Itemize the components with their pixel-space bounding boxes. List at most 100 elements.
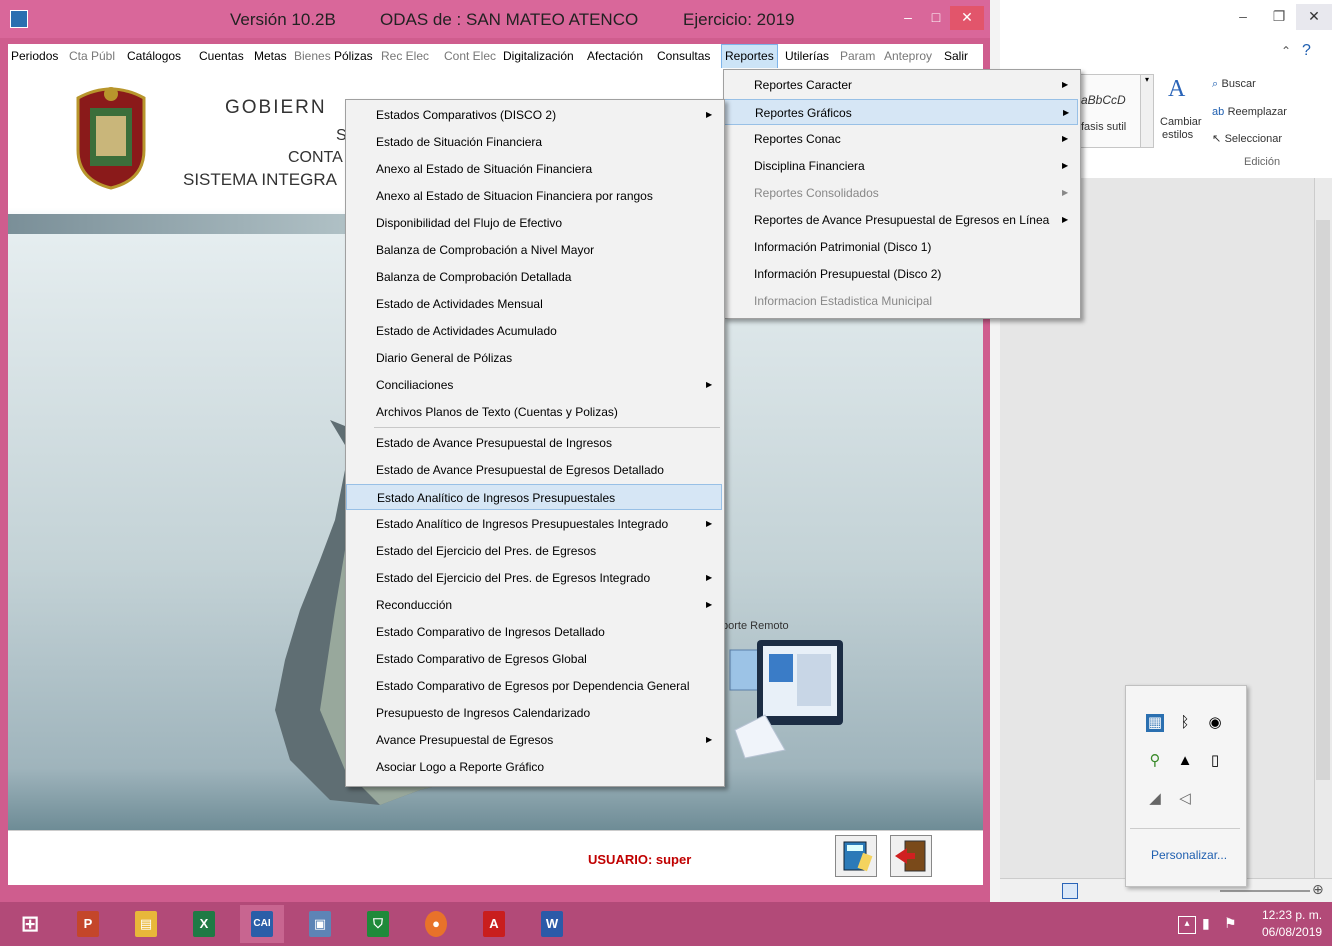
- word-minimize-button[interactable]: –: [1225, 4, 1261, 30]
- reportes-item[interactable]: Información Patrimonial (Disco 1): [724, 234, 1078, 260]
- menu-periodos[interactable]: Periodos: [8, 44, 61, 68]
- banner-line1: GOBIERN: [225, 97, 327, 118]
- remote-support-icon[interactable]: [725, 620, 845, 760]
- graficos-item[interactable]: Archivos Planos de Texto (Cuentas y Poli…: [346, 399, 722, 425]
- webcam-icon[interactable]: ◉: [1206, 714, 1224, 732]
- reportes-item[interactable]: Reportes Conac ▶: [724, 126, 1078, 152]
- network-app-icon[interactable]: ▦: [1146, 714, 1164, 732]
- usb-icon[interactable]: ⚲: [1146, 752, 1164, 770]
- clock-time[interactable]: 12:23 p. m.: [1262, 908, 1322, 922]
- taskbar-file-explorer-button[interactable]: ▤: [124, 905, 168, 943]
- reportes-item[interactable]: Reportes Caracter ▶: [724, 72, 1078, 98]
- menu-catálogos[interactable]: Catálogos: [124, 44, 184, 68]
- show-hidden-icons-button[interactable]: ▴: [1178, 916, 1196, 934]
- wifi-signal-icon[interactable]: ◢: [1146, 790, 1164, 808]
- menu-cont-elec[interactable]: Cont Elec: [441, 44, 499, 68]
- menu-param[interactable]: Param: [837, 44, 878, 68]
- personalizar-link[interactable]: Personalizar...: [1151, 848, 1227, 862]
- graficos-item[interactable]: Disponibilidad del Flujo de Efectivo: [346, 210, 722, 236]
- graficos-item[interactable]: Diario General de Pólizas: [346, 345, 722, 371]
- reportes-item[interactable]: Reportes de Avance Presupuestal de Egres…: [724, 207, 1078, 233]
- zoom-in-icon[interactable]: ⊕: [1312, 881, 1324, 898]
- word-scroll-thumb[interactable]: [1316, 220, 1330, 780]
- reportes-item[interactable]: Reportes Gráficos ▶: [724, 99, 1078, 125]
- reportes-item[interactable]: Disciplina Financiera ▶: [724, 153, 1078, 179]
- menu-reportes[interactable]: Reportes: [721, 44, 778, 70]
- buscar-button[interactable]: ⌕ Buscar: [1212, 76, 1256, 91]
- menu-afectación[interactable]: Afectación: [584, 44, 646, 68]
- taskbar-store-button[interactable]: ⛉: [356, 905, 400, 943]
- replace-icon: ab: [1212, 106, 1225, 118]
- taskbar-sige-cai-button[interactable]: CAI: [240, 905, 284, 943]
- graficos-item[interactable]: Estado de Avance Presupuestal de Egresos…: [346, 457, 722, 483]
- graficos-item[interactable]: Estado de Situación Financiera: [346, 129, 722, 155]
- calculator-button[interactable]: [835, 835, 877, 877]
- menu-rec-elec[interactable]: Rec Elec: [378, 44, 432, 68]
- style-gallery[interactable]: aBbCcD fasis sutil: [1078, 74, 1142, 148]
- taskbar-word-button[interactable]: W: [530, 905, 574, 943]
- graficos-item[interactable]: Anexo al Estado de Situacion Financiera …: [346, 183, 722, 209]
- maximize-button[interactable]: □: [922, 6, 950, 30]
- word-close-button[interactable]: ✕: [1296, 4, 1332, 30]
- menu-metas[interactable]: Metas: [251, 44, 290, 68]
- taskbar-firefox-button[interactable]: ●: [414, 905, 458, 943]
- battery-icon[interactable]: ▯: [1206, 752, 1224, 770]
- graficos-item[interactable]: Balanza de Comprobación Detallada: [346, 264, 722, 290]
- minimize-button[interactable]: –: [893, 6, 923, 30]
- graficos-item[interactable]: Reconducción ▶: [346, 592, 722, 618]
- menu-anteproy[interactable]: Anteproy: [881, 44, 935, 68]
- power-icon[interactable]: ▮: [1202, 915, 1210, 932]
- menu-cuentas[interactable]: Cuentas: [196, 44, 247, 68]
- graficos-item[interactable]: Estado del Ejercicio del Pres. de Egreso…: [346, 565, 722, 591]
- graficos-item[interactable]: Estado Analítico de Ingresos Presupuesta…: [346, 511, 722, 537]
- menu-salir[interactable]: Salir: [941, 44, 971, 68]
- menu-pólizas[interactable]: Pólizas: [331, 44, 376, 68]
- graficos-item[interactable]: Estado Analítico de Ingresos Presupuesta…: [346, 484, 722, 510]
- graficos-item[interactable]: Balanza de Comprobación a Nivel Mayor: [346, 237, 722, 263]
- collapse-ribbon-icon[interactable]: ⌃: [1281, 44, 1291, 58]
- antivirus-icon[interactable]: ▲: [1176, 752, 1194, 770]
- graficos-item[interactable]: Estado de Actividades Acumulado: [346, 318, 722, 344]
- reemplazar-button[interactable]: ab Reemplazar: [1212, 104, 1287, 118]
- clock-date[interactable]: 06/08/2019: [1262, 925, 1322, 939]
- graficos-item[interactable]: Conciliaciones ▶: [346, 372, 722, 398]
- menu-digitalización[interactable]: Digitalización: [500, 44, 577, 68]
- graficos-item[interactable]: Estado Comparativo de Egresos Global: [346, 646, 722, 672]
- taskbar-photos-button[interactable]: ▣: [298, 905, 342, 943]
- reportes-item-label: Informacion Estadistica Municipal: [754, 294, 933, 308]
- graficos-item[interactable]: Estado del Ejercicio del Pres. de Egreso…: [346, 538, 722, 564]
- graficos-item[interactable]: Estado Comparativo de Egresos por Depend…: [346, 673, 722, 699]
- close-button[interactable]: ✕: [950, 6, 984, 30]
- taskbar-excel-button[interactable]: X: [182, 905, 226, 943]
- help-icon[interactable]: ?: [1302, 42, 1311, 60]
- zoom-slider[interactable]: [1220, 890, 1310, 892]
- menu-utilerías[interactable]: Utilerías: [782, 44, 832, 68]
- volume-icon[interactable]: ◁: [1176, 790, 1194, 808]
- exit-button[interactable]: [890, 835, 932, 877]
- style-gallery-scroll[interactable]: ▾: [1140, 74, 1154, 148]
- menu-consultas[interactable]: Consultas: [654, 44, 713, 68]
- reportes-item[interactable]: Información Presupuestal (Disco 2): [724, 261, 1078, 287]
- print-layout-icon[interactable]: [1062, 883, 1078, 899]
- taskbar-acrobat-button[interactable]: A: [472, 905, 516, 943]
- word-restore-button[interactable]: ❐: [1261, 4, 1297, 30]
- flag-icon[interactable]: ⚑: [1224, 915, 1237, 932]
- bluetooth-icon[interactable]: ᛒ: [1176, 714, 1194, 732]
- graficos-item[interactable]: Avance Presupuestal de Egresos ▶: [346, 727, 722, 753]
- graficos-item[interactable]: Estado de Actividades Mensual: [346, 291, 722, 317]
- menu-bienes[interactable]: Bienes: [291, 44, 334, 68]
- graficos-item[interactable]: Asociar Logo a Reporte Gráfico: [346, 754, 722, 780]
- taskbar-windows-start-button[interactable]: ⊞: [8, 905, 52, 943]
- graficos-item-label: Balanza de Comprobación a Nivel Mayor: [376, 243, 595, 257]
- graficos-item[interactable]: Estado Comparativo de Ingresos Detallado: [346, 619, 722, 645]
- taskbar-powerpoint-button[interactable]: P: [66, 905, 110, 943]
- graficos-item[interactable]: Estado de Avance Presupuestal de Ingreso…: [346, 430, 722, 456]
- cambiar-estilos-button[interactable]: A Cambiar estilos: [1158, 76, 1202, 146]
- graficos-item[interactable]: Presupuesto de Ingresos Calendarizado: [346, 700, 722, 726]
- store-icon: ⛉: [367, 911, 389, 937]
- menu-cta-públ[interactable]: Cta Públ: [66, 44, 118, 68]
- seleccionar-button[interactable]: ↖ Seleccionar: [1212, 131, 1282, 145]
- app-icon[interactable]: [10, 10, 28, 28]
- graficos-item[interactable]: Anexo al Estado de Situación Financiera: [346, 156, 722, 182]
- graficos-item[interactable]: Estados Comparativos (DISCO 2) ▶: [346, 102, 722, 128]
